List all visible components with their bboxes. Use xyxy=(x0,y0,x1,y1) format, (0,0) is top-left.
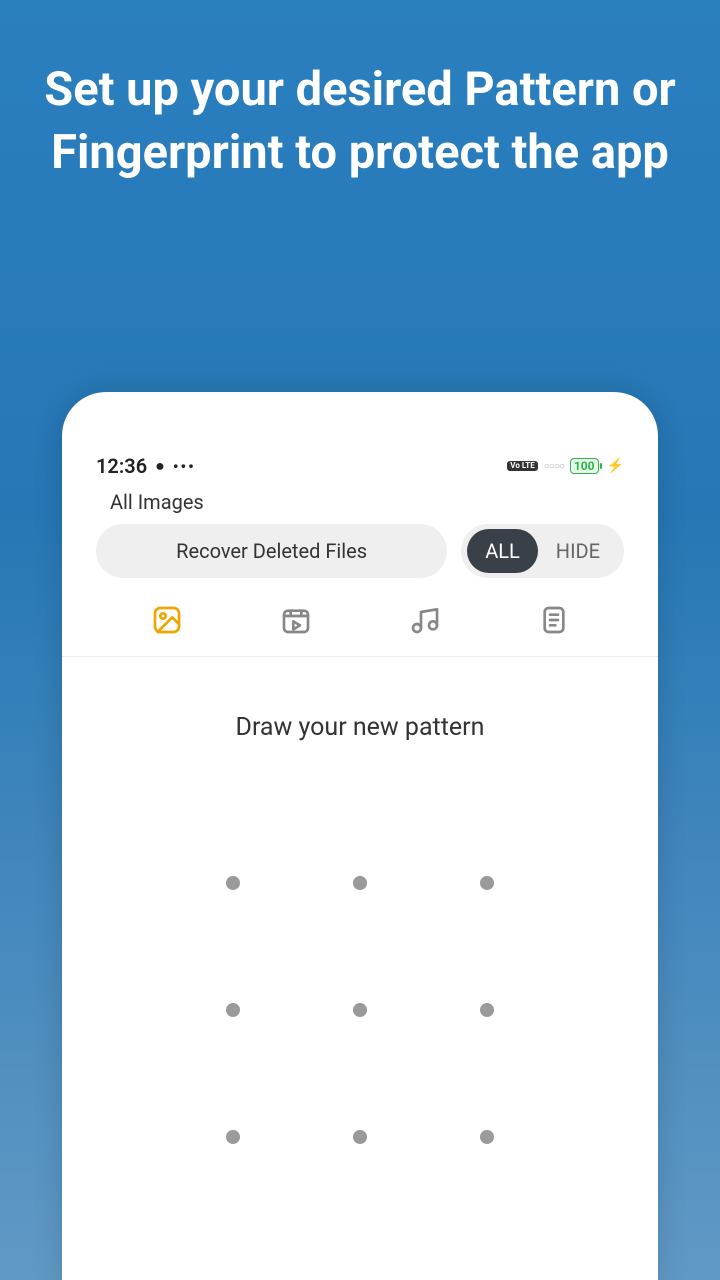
status-left: 12:36 ● ••• xyxy=(96,454,196,478)
document-icon xyxy=(538,604,570,636)
pattern-dot-2[interactable] xyxy=(297,820,424,947)
video-icon xyxy=(280,604,312,636)
volte-icon: Vo LTE xyxy=(507,461,537,471)
chat-icon: ● xyxy=(155,456,165,476)
filter-hide-button[interactable]: HIDE xyxy=(538,529,618,573)
page-title: All Images xyxy=(62,478,658,524)
status-time: 12:36 xyxy=(96,454,147,478)
tab-videos[interactable] xyxy=(280,604,312,636)
pattern-dot-4[interactable] xyxy=(170,947,297,1074)
category-tabs xyxy=(62,578,658,657)
tab-images[interactable] xyxy=(151,604,183,636)
signal-icon: ○○○○ xyxy=(544,461,564,472)
pattern-prompt: Draw your new pattern xyxy=(62,713,658,742)
more-icon: ••• xyxy=(173,457,196,476)
pattern-dot-6[interactable] xyxy=(423,947,550,1074)
promo-headline: Set up your desired Pattern or Fingerpri… xyxy=(0,0,720,185)
tab-documents[interactable] xyxy=(538,604,570,636)
music-icon xyxy=(409,604,441,636)
phone-frame: 12:36 ● ••• Vo LTE ○○○○ 100 ⚡ All Images… xyxy=(62,392,658,1280)
status-bar: 12:36 ● ••• Vo LTE ○○○○ 100 ⚡ xyxy=(62,448,658,478)
pattern-lock-grid[interactable] xyxy=(170,820,550,1200)
status-right: Vo LTE ○○○○ 100 ⚡ xyxy=(507,458,624,474)
action-row: Recover Deleted Files ALL HIDE xyxy=(62,524,658,578)
battery-icon: 100 xyxy=(570,458,599,474)
tab-music[interactable] xyxy=(409,604,441,636)
image-icon xyxy=(151,604,183,636)
pattern-dot-3[interactable] xyxy=(423,820,550,947)
pattern-dot-1[interactable] xyxy=(170,820,297,947)
charging-icon: ⚡ xyxy=(607,458,624,474)
pattern-dot-9[interactable] xyxy=(423,1073,550,1200)
pattern-dot-8[interactable] xyxy=(297,1073,424,1200)
recover-deleted-button[interactable]: Recover Deleted Files xyxy=(96,524,447,578)
pattern-dot-7[interactable] xyxy=(170,1073,297,1200)
filter-toggle: ALL HIDE xyxy=(461,524,624,578)
pattern-dot-5[interactable] xyxy=(297,947,424,1074)
filter-all-button[interactable]: ALL xyxy=(467,529,538,573)
